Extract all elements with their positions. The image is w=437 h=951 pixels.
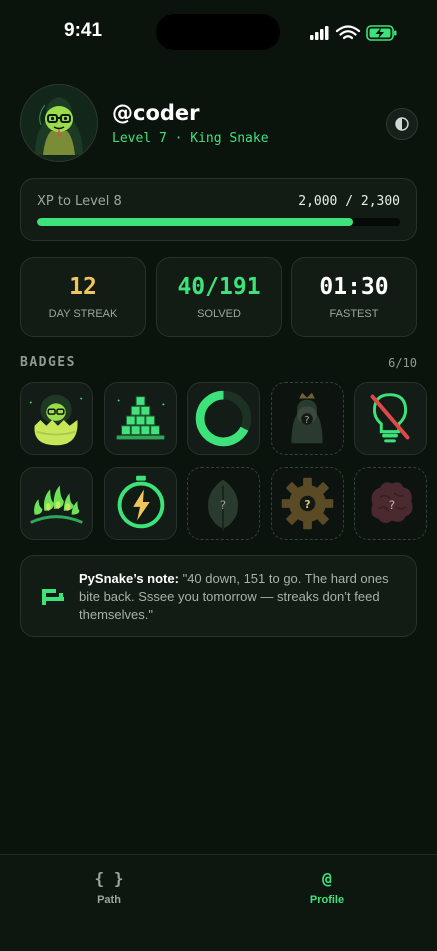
tab-label: Path: [97, 894, 121, 906]
leaf-icon: ?: [208, 479, 238, 531]
xp-value: 2,000 / 2,300: [298, 194, 400, 209]
badges-count: 6/10: [388, 356, 417, 370]
xp-label: XP to Level 8: [37, 194, 122, 209]
username: @coder: [112, 101, 200, 125]
terminal-note-icon: [42, 589, 64, 605]
note-text-block: PySnake’s note: "40 down, 151 to go. The…: [79, 570, 404, 624]
stat-value: 01:30: [319, 274, 389, 300]
status-bar: 9:41: [0, 0, 437, 64]
code-blocks-pyramid-icon: [116, 396, 165, 440]
badge-item-locked[interactable]: ?: [271, 467, 344, 540]
stat-value: 12: [69, 274, 97, 300]
badge-item-locked[interactable]: ?: [354, 467, 427, 540]
progress-ring-icon: [195, 390, 252, 447]
status-icons: [310, 25, 397, 41]
tab-bar: { } Path @ Profile: [0, 854, 437, 951]
avatar[interactable]: [20, 84, 98, 162]
gear-icon: ?: [281, 477, 334, 530]
svg-text:?: ?: [304, 415, 309, 426]
xp-progress-bar: [37, 218, 400, 226]
curly-braces-icon: { }: [94, 869, 124, 888]
level-title: Level 7 · King Snake: [112, 131, 269, 146]
hooded-snake-avatar-icon: [21, 85, 97, 161]
battery-charging-icon: [366, 25, 397, 41]
theme-toggle-button[interactable]: [386, 108, 418, 140]
at-sign-icon: @: [322, 869, 332, 888]
badge-item[interactable]: [104, 382, 177, 455]
status-time: 9:41: [64, 20, 103, 41]
note-author: PySnake’s note:: [79, 571, 179, 586]
tab-profile[interactable]: @ Profile: [267, 869, 387, 906]
contrast-icon: [395, 117, 409, 131]
xp-progress-card: XP to Level 8 2,000 / 2,300: [20, 178, 417, 241]
svg-text:?: ?: [389, 498, 395, 512]
badge-item-locked[interactable]: ?: [271, 382, 344, 455]
hatching-snake-egg-icon: [29, 394, 83, 446]
badge-item[interactable]: [354, 382, 427, 455]
stat-value: 40/191: [177, 274, 261, 300]
badge-item[interactable]: [20, 467, 93, 540]
crowned-snake-icon: ?: [291, 392, 323, 444]
tab-path[interactable]: { } Path: [49, 869, 169, 906]
stat-label: FASTEST: [329, 308, 379, 320]
cellular-signal-icon: [310, 26, 329, 40]
badge-item-locked[interactable]: ?: [187, 467, 260, 540]
badges-heading: BADGES: [20, 355, 76, 370]
badge-item[interactable]: [187, 382, 260, 455]
tab-label: Profile: [309, 894, 345, 906]
lightning-stopwatch-icon: [117, 475, 165, 529]
mascot-note-card: PySnake’s note: "40 down, 151 to go. The…: [20, 555, 417, 637]
stat-label: SOLVED: [197, 308, 241, 320]
dynamic-island: [156, 14, 280, 50]
stat-card-streak: 12 DAY STREAK: [20, 257, 146, 337]
svg-text:?: ?: [304, 498, 310, 511]
no-hints-lightbulb-icon: [370, 393, 410, 443]
stat-card-solved: 40/191 SOLVED: [156, 257, 282, 337]
wifi-icon: [335, 25, 361, 40]
xp-progress-fill: [37, 218, 353, 226]
badge-item[interactable]: [20, 382, 93, 455]
svg-text:?: ?: [220, 498, 226, 512]
brain-icon: ?: [371, 482, 413, 524]
stat-card-fastest: 01:30 FASTEST: [291, 257, 417, 337]
flame-crown-icon: [30, 485, 83, 524]
stat-label: DAY STREAK: [48, 308, 118, 320]
badge-item[interactable]: [104, 467, 177, 540]
